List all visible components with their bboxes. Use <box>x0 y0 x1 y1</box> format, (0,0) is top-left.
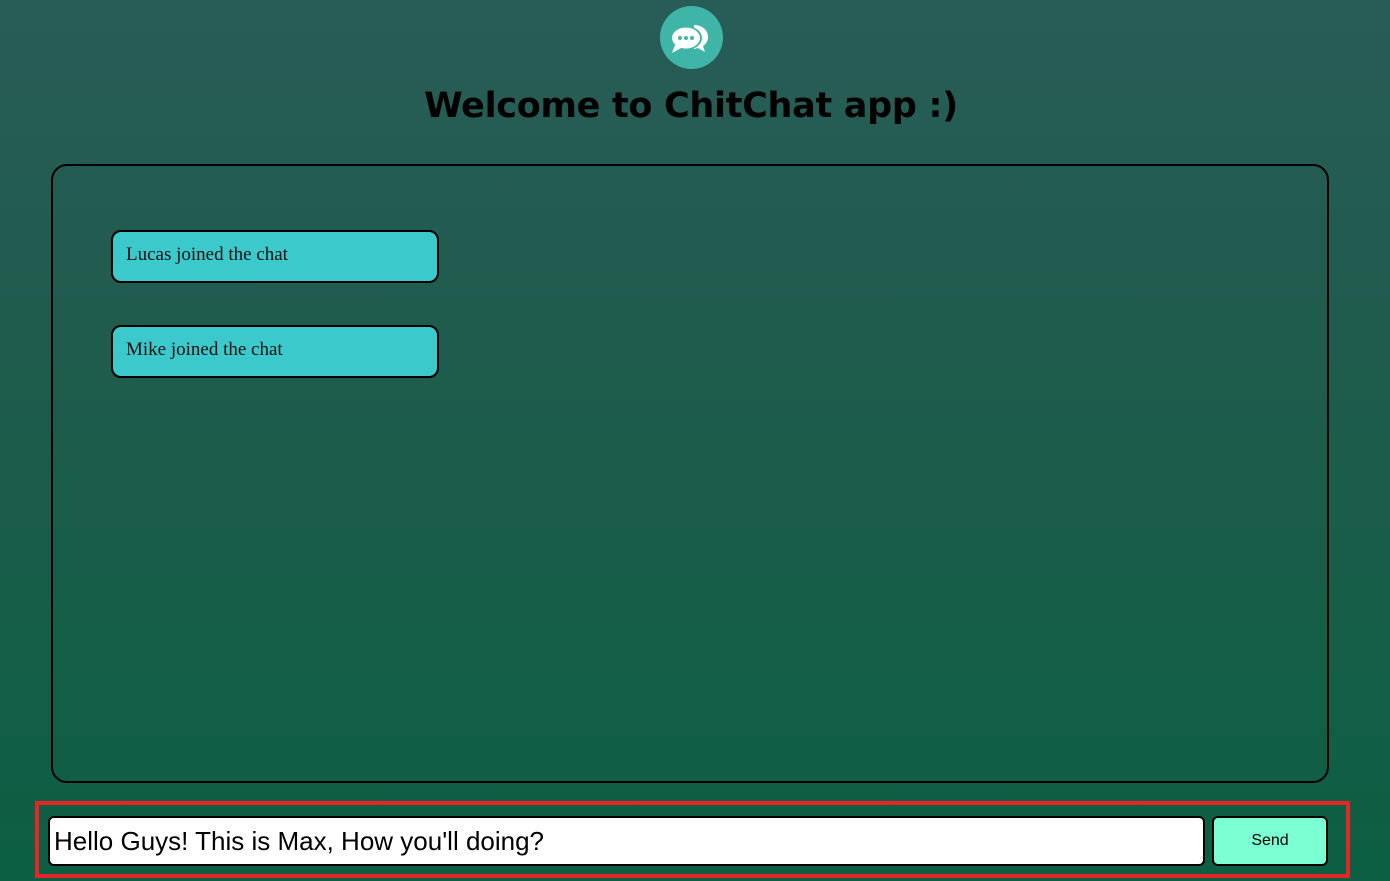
chat-message: Mike joined the chat <box>111 325 439 378</box>
chat-message: Lucas joined the chat <box>111 230 439 283</box>
message-composer: Send <box>35 801 1350 878</box>
page-title: Welcome to ChitChat app :) <box>424 86 958 126</box>
message-input[interactable] <box>48 816 1205 866</box>
chat-bubbles-icon <box>670 25 708 53</box>
logo <box>660 6 723 69</box>
chat-messages-panel[interactable]: Lucas joined the chat Mike joined the ch… <box>51 164 1329 783</box>
send-button[interactable]: Send <box>1212 816 1328 866</box>
